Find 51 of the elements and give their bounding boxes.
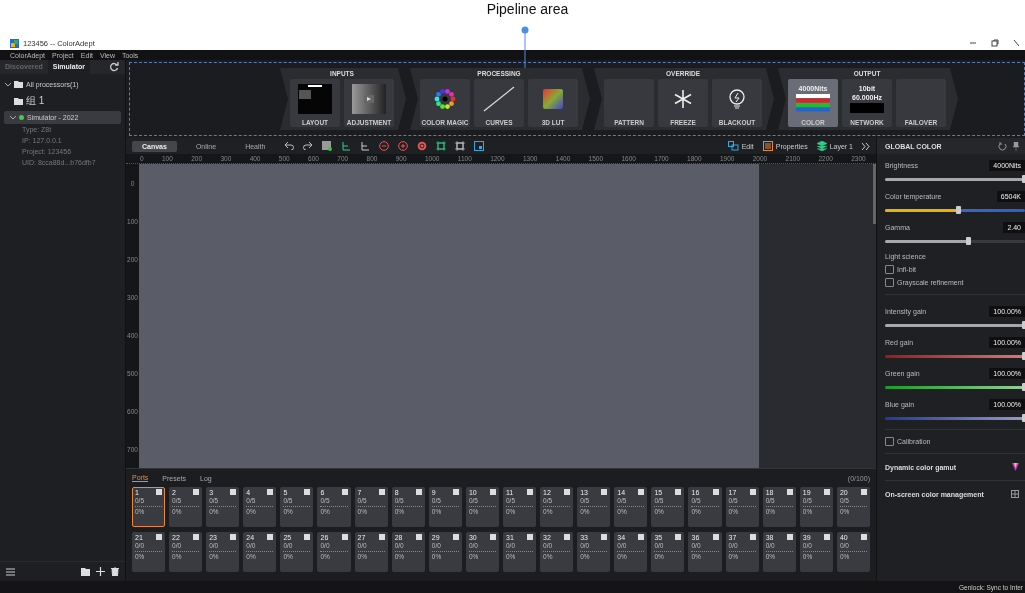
add-screen-icon[interactable] [322, 141, 333, 151]
undo-icon[interactable] [284, 142, 295, 150]
zoom-out-icon[interactable] [379, 141, 390, 151]
edit-icon [727, 141, 739, 151]
chevron-down-icon [10, 115, 16, 120]
color-bars-icon [796, 94, 830, 112]
minimize-icon[interactable] [969, 39, 977, 47]
list-icon [762, 141, 773, 151]
annotation-label: Pipeline area [486, 0, 569, 19]
color-gamut-icon[interactable] [1012, 463, 1019, 471]
scrollbar[interactable] [873, 164, 876, 224]
color-wheel-icon [434, 87, 456, 110]
slider[interactable] [885, 324, 1025, 327]
app-logo-icon [10, 38, 19, 48]
checkbox[interactable] [885, 265, 894, 274]
snowflake-icon [673, 88, 693, 109]
fit-frame-icon[interactable] [436, 141, 447, 151]
close-icon[interactable] [1013, 39, 1019, 47]
lightbulb-icon [729, 88, 745, 109]
trash-icon[interactable] [111, 567, 119, 576]
signal-preview [850, 102, 884, 113]
restore-icon[interactable] [991, 39, 999, 47]
folder-icon[interactable] [81, 567, 90, 576]
slider[interactable] [885, 209, 1025, 212]
slider[interactable] [885, 417, 1025, 420]
pin-icon[interactable] [1013, 141, 1019, 151]
slider[interactable] [885, 240, 1025, 243]
status-dot-icon [19, 115, 24, 120]
fit-frame-icon[interactable] [455, 141, 466, 151]
zoom-fit-icon[interactable] [417, 141, 428, 151]
layers-icon [816, 141, 827, 151]
add-icon[interactable] [96, 567, 105, 576]
film-thumbnail-icon [352, 83, 386, 114]
chevron-down-icon [5, 82, 11, 87]
checkbox[interactable] [885, 278, 894, 287]
grid-icon[interactable] [1011, 490, 1019, 498]
layout-thumbnail-icon [298, 83, 332, 114]
reset-icon[interactable] [998, 141, 1007, 151]
lock-screen-icon[interactable] [474, 141, 485, 151]
slider[interactable] [885, 386, 1025, 389]
refresh-icon[interactable] [109, 62, 119, 72]
redo-icon[interactable] [303, 142, 314, 150]
tree-item[interactable]: 组 1 [0, 91, 125, 111]
more-icon[interactable] [862, 142, 870, 150]
curve-line-icon [483, 85, 515, 112]
color-cube-icon [543, 88, 563, 109]
zoom-in-icon[interactable] [398, 141, 409, 151]
menu-icon[interactable] [6, 567, 15, 576]
checkbox[interactable] [885, 437, 894, 446]
slider[interactable] [885, 355, 1025, 358]
slider[interactable] [885, 178, 1025, 181]
